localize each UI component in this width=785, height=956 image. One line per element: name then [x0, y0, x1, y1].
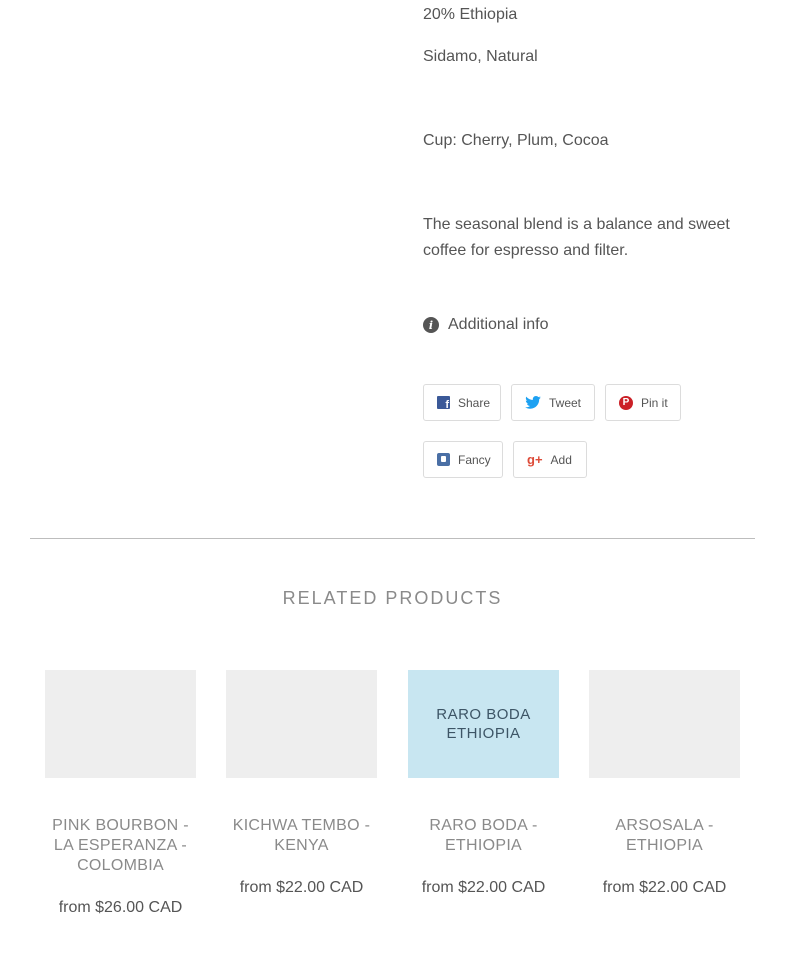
share-label: Share [458, 395, 491, 410]
product-thumbnail[interactable] [589, 670, 740, 778]
additional-info-link[interactable]: i Additional info [423, 316, 549, 334]
product-price: from $22.00 CAD [239, 879, 364, 896]
product-thumbnail[interactable]: RARO BODA ETHIOPIA [408, 670, 559, 778]
product-name[interactable]: KICHWA TEMBO - KENYA [226, 816, 377, 856]
twitter-icon [525, 396, 541, 409]
product-name[interactable]: ARSOSALA - ETHIOPIA [589, 816, 740, 856]
facebook-share-button[interactable]: Share [423, 384, 501, 421]
twitter-tweet-button[interactable]: Tweet [511, 384, 595, 421]
pin-label: Pin it [641, 395, 668, 410]
product-price: from $22.00 CAD [421, 879, 546, 896]
product-name[interactable]: PINK BOURBON - LA ESPERANZA - COLOMBIA [45, 816, 196, 876]
info-icon: i [423, 317, 439, 333]
fancy-label: Fancy [458, 452, 491, 467]
google-plus-add-button[interactable]: g+ Add [513, 441, 587, 478]
pinterest-pin-button[interactable]: P Pin it [605, 384, 681, 421]
product-price: from $22.00 CAD [602, 879, 727, 896]
google-plus-icon: g+ [527, 452, 543, 467]
product-name[interactable]: RARO BODA - ETHIOPIA [408, 816, 559, 856]
product-thumbnail[interactable] [226, 670, 377, 778]
description-region: Sidamo, Natural [423, 48, 538, 65]
description-origin-percent: 20% Ethiopia [423, 6, 518, 23]
product-thumbnail[interactable] [45, 670, 196, 778]
product-price: from $26.00 CAD [58, 899, 183, 916]
tweet-label: Tweet [549, 395, 582, 410]
description-blend-text: The seasonal blend is a balance and swee… [423, 216, 730, 259]
fancy-icon [437, 453, 450, 466]
description-cup-notes: Cup: Cherry, Plum, Cocoa [423, 132, 609, 149]
related-product-card[interactable]: ARSOSALA - ETHIOPIA from $22.00 CAD [589, 670, 740, 897]
related-product-card[interactable]: RARO BODA ETHIOPIA RARO BODA - ETHIOPIA … [408, 670, 559, 897]
additional-info-label: Additional info [448, 316, 549, 333]
section-divider [30, 538, 755, 539]
fancy-button[interactable]: Fancy [423, 441, 503, 478]
add-label: Add [550, 452, 572, 467]
related-product-card[interactable]: PINK BOURBON - LA ESPERANZA - COLOMBIA f… [45, 670, 196, 917]
related-product-card[interactable]: KICHWA TEMBO - KENYA from $22.00 CAD [226, 670, 377, 897]
related-products-heading: RELATED PRODUCTS [282, 588, 503, 608]
pinterest-icon: P [619, 395, 633, 410]
facebook-icon [437, 396, 450, 411]
thumbnail-label: RARO BODA ETHIOPIA [436, 706, 531, 742]
